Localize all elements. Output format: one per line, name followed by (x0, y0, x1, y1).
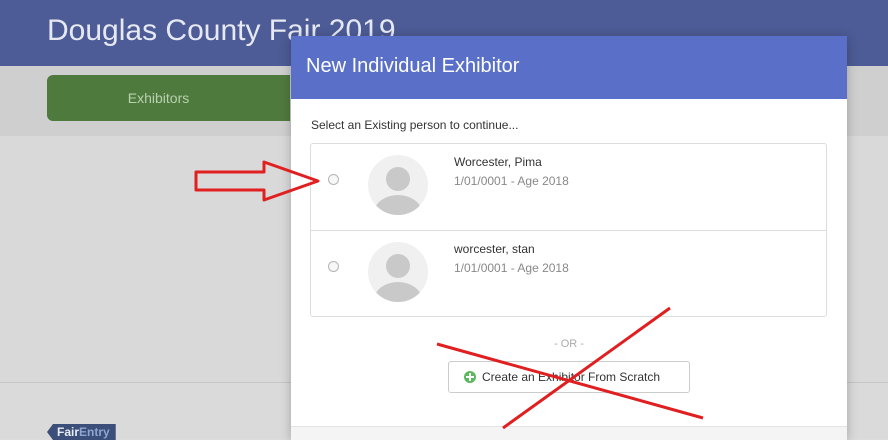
fairentry-logo: FairEntry (47, 424, 116, 440)
plus-circle-icon (464, 371, 476, 383)
person-meta: 1/01/0001 - Age 2018 (454, 174, 569, 188)
person-row[interactable]: Worcester, Pima 1/01/0001 - Age 2018 (311, 144, 826, 231)
create-exhibitor-label: Create an Exhibitor From Scratch (482, 370, 661, 384)
person-row[interactable]: worcester, stan 1/01/0001 - Age 2018 (311, 231, 826, 317)
new-exhibitor-modal: New Individual Exhibitor Select an Exist… (291, 36, 847, 440)
person-list: Worcester, Pima 1/01/0001 - Age 2018 wor… (310, 143, 827, 317)
person-radio[interactable] (328, 174, 339, 185)
create-exhibitor-button[interactable]: Create an Exhibitor From Scratch (448, 361, 690, 393)
modal-title: New Individual Exhibitor (306, 55, 520, 77)
avatar-icon (368, 155, 428, 215)
or-separator: - OR - (554, 338, 584, 350)
person-name: Worcester, Pima (454, 155, 542, 169)
person-name: worcester, stan (454, 242, 535, 256)
person-radio[interactable] (328, 261, 339, 272)
modal-subtitle: Select an Existing person to continue... (311, 118, 519, 132)
modal-header: New Individual Exhibitor (291, 36, 847, 99)
modal-footer (291, 426, 847, 440)
tab-exhibitors[interactable]: Exhibitors (47, 75, 290, 121)
avatar-icon (368, 242, 428, 302)
logo-text: FairEntry (57, 425, 110, 439)
person-meta: 1/01/0001 - Age 2018 (454, 261, 569, 275)
